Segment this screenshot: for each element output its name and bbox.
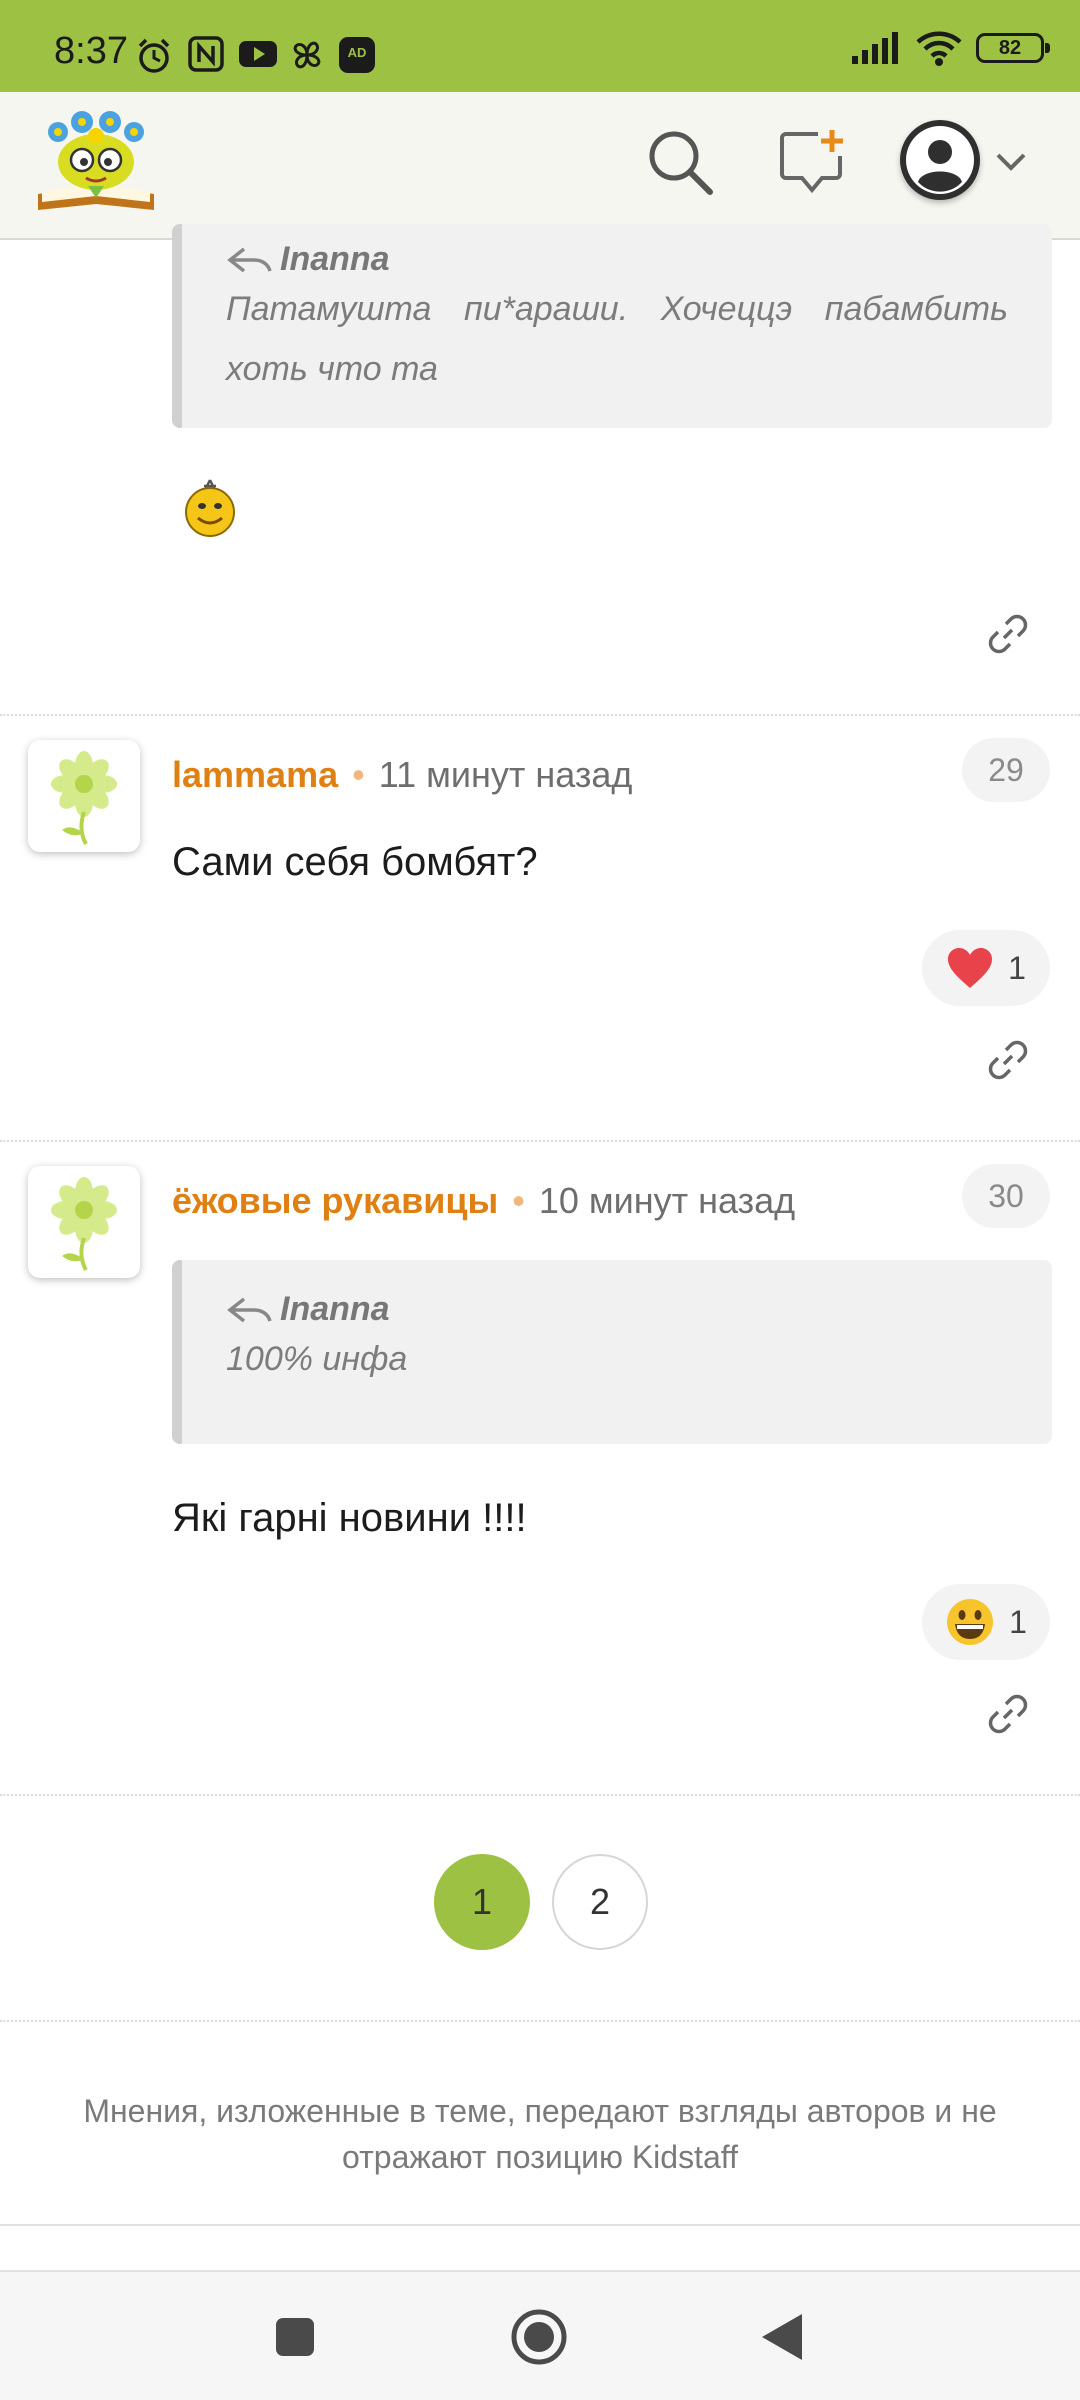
comment-text: Які гарні новини !!!! [172,1496,527,1540]
disclaimer-text: Мнения, изложенные в теме, передают взгл… [83,2093,997,2175]
heart-icon [948,948,993,988]
comment-text: Сами себя бомбят? [172,840,538,884]
recents-icon[interactable] [274,2316,316,2358]
quote-text: Патамушта пи*араши. Хочеццэ пабамбить хо… [226,290,1008,388]
grinning-face-icon [947,1599,994,1645]
back-icon[interactable] [758,2310,806,2364]
pinwheel-icon [293,41,321,69]
link-icon[interactable] [984,1036,1032,1084]
svg-text:AD: AD [348,45,367,60]
kidstaff-logo[interactable] [32,106,160,218]
nfc-icon [188,36,224,72]
status-bar: 8:37 AD 82 [0,0,1080,92]
comment-author[interactable]: lammama [172,754,338,795]
section-divider [0,2020,1080,2022]
quote-author: Inanna [226,240,1008,279]
site-header [0,92,1080,240]
signal-icon [852,32,898,64]
quote-block: Inanna Патамушта пи*араши. Хочеццэ пабам… [172,224,1052,428]
comment-avatar[interactable] [28,1166,140,1278]
comment-time[interactable]: 11 минут назад [379,754,633,795]
status-right: 82 [852,30,1050,66]
link-icon[interactable] [984,610,1032,658]
comment-divider [0,714,1080,716]
wifi-icon [916,31,962,66]
youtube-icon [239,41,277,67]
reaction-button[interactable]: 1 [922,930,1050,1006]
comment-avatar[interactable] [28,740,140,852]
alarm-icon [138,38,170,73]
quote-author: Inanna [226,1290,1008,1329]
comment-time[interactable]: 10 минут назад [539,1180,795,1221]
flower-icon [51,751,117,845]
reaction-count: 1 [1009,1603,1027,1640]
footer-divider [0,2224,1080,2226]
page-button-1[interactable]: 1 [434,1854,530,1950]
system-nav-bar [0,2270,1080,2400]
reply-icon [227,1297,272,1322]
comment-number[interactable]: 30 [962,1164,1050,1228]
comment-header: ёжовые рукавицы • 10 минут назад [172,1180,795,1222]
reply-icon [227,247,272,272]
smiley-emoticon [185,479,235,537]
comment-divider [0,1140,1080,1142]
quote-text: 100% инфа [226,1340,408,1378]
page-button-2[interactable]: 2 [552,1854,648,1950]
new-message-icon[interactable] [778,128,848,198]
flower-icon [51,1177,117,1271]
reaction-button[interactable]: 1 [922,1584,1050,1660]
user-icon [906,126,974,194]
link-icon[interactable] [984,1690,1032,1738]
home-icon[interactable] [510,2308,568,2366]
search-icon[interactable] [644,126,716,198]
comment-number[interactable]: 29 [962,738,1050,802]
battery-indicator: 82 [976,33,1050,63]
ad-blocker-icon: AD [339,37,375,73]
comment-author[interactable]: ёжовые рукавицы [172,1180,498,1221]
user-avatar[interactable] [900,120,980,200]
chevron-down-icon[interactable] [994,150,1028,174]
separator-dot: • [352,754,365,795]
comment-divider [0,1794,1080,1796]
status-time: 8:37 [54,30,128,72]
comment-header: lammama • 11 минут назад [172,754,632,796]
separator-dot: • [512,1180,525,1221]
reaction-count: 1 [1008,949,1026,986]
quote-block: Inanna 100% инфа [172,1260,1052,1444]
